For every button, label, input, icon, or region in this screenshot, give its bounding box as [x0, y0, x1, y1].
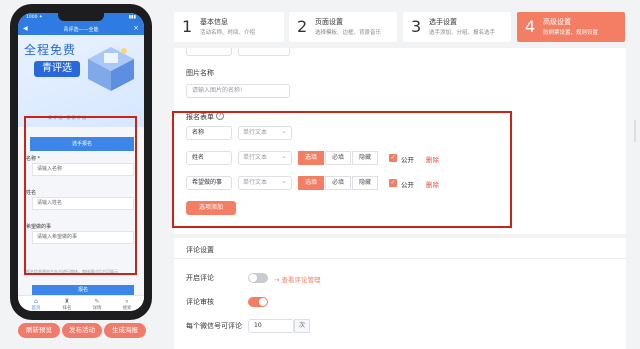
- scrollbar[interactable]: [634, 120, 636, 142]
- refresh-preview-button[interactable]: 刷新预览: [18, 323, 60, 338]
- phone-highlight-box: [24, 116, 137, 275]
- step-page-settings[interactable]: 2 页面设置 选择模板、边框、背景音乐: [289, 12, 397, 42]
- phone-notch: [58, 13, 104, 21]
- tab-details[interactable]: ✎ 详情: [82, 298, 112, 311]
- tab-label: 首页: [31, 306, 41, 311]
- publish-activity-button[interactable]: 发布活动: [62, 323, 102, 338]
- tab-ranking[interactable]: ♜ 排名: [52, 298, 82, 311]
- step-title: 基本信息: [200, 18, 228, 26]
- comment-review-label: 评论审核: [186, 298, 214, 306]
- close-icon[interactable]: ×: [133, 24, 139, 32]
- step-number: 4: [525, 17, 536, 36]
- comment-review-toggle[interactable]: [248, 297, 268, 307]
- image-name-input[interactable]: 请输入图片的名称!: [186, 84, 290, 98]
- step-title: 选手设置: [429, 18, 457, 26]
- activity-banner: 全程免费 青评选 青 评 选 · 投 票 评 选: [18, 35, 144, 127]
- phone-nav-bar: ◀ 青评选——全能 ×: [18, 23, 144, 35]
- tab-label: 搜索: [122, 306, 132, 311]
- step-number: 1: [182, 17, 193, 36]
- phone-nav-title: 青评选——全能: [63, 27, 99, 33]
- banner-headline: 全程免费: [24, 43, 77, 57]
- tab-label: 详情: [92, 306, 102, 311]
- step-contestant-settings[interactable]: 3 选手设置 选手添加、分组、报名选手: [403, 12, 511, 42]
- step-advanced-settings[interactable]: 4 高级设置 防刷票设置、规则设置: [517, 12, 625, 42]
- toggle-knob: [249, 274, 257, 282]
- banner-illustration-icon: [88, 47, 134, 91]
- step-desc: 防刷票设置、规则设置: [543, 30, 599, 36]
- per-user-comment-label: 每个微信号可评论: [186, 322, 242, 330]
- ranking-icon: ♜: [64, 298, 70, 305]
- view-comment-management-link[interactable]: → 查看评论管理: [274, 274, 321, 284]
- previous-input-fragment[interactable]: [186, 48, 232, 56]
- toggle-knob: [259, 298, 267, 306]
- enable-comments-label: 开启评论: [186, 274, 214, 282]
- step-number: 3: [411, 17, 422, 36]
- comment-settings-title: 评论设置: [186, 246, 214, 254]
- step-desc: 活动名称、时间、介绍: [200, 30, 256, 36]
- details-icon: ✎: [94, 298, 100, 305]
- image-name-label: 图片名称: [186, 69, 214, 77]
- preview-submit-button[interactable]: 报名: [32, 285, 134, 295]
- step-title: 页面设置: [315, 18, 343, 26]
- search-icon: ⌕: [125, 298, 129, 305]
- per-user-comment-unit: 次: [294, 319, 310, 333]
- step-desc: 选手添加、分组、报名选手: [429, 30, 496, 36]
- step-desc: 选择模板、边框、背景音乐: [315, 30, 382, 36]
- step-number: 2: [297, 17, 308, 36]
- comment-settings-section: [174, 238, 626, 349]
- per-user-comment-input[interactable]: 10: [248, 319, 294, 333]
- generate-poster-button[interactable]: 生成海报: [104, 323, 146, 338]
- banner-brand-tag: 青评选: [34, 61, 80, 77]
- enable-comments-toggle[interactable]: [248, 273, 268, 283]
- home-icon: ⌂: [34, 298, 38, 305]
- form-highlight-box: [172, 111, 512, 228]
- step-basic-info[interactable]: 1 基本信息 活动名称、时间、介绍: [174, 12, 284, 42]
- tab-label: 排名: [62, 306, 72, 311]
- previous-input-fragment[interactable]: [238, 48, 290, 56]
- phone-tab-bar: ⌂ 首页 ♜ 排名 ✎ 详情 ⌕ 搜索: [18, 295, 144, 311]
- section-divider: [174, 258, 626, 259]
- tab-search[interactable]: ⌕ 搜索: [112, 298, 142, 311]
- status-time: 1000 ✦: [26, 15, 43, 20]
- battery-icon: ▮▮▮: [128, 15, 136, 20]
- tab-home[interactable]: ⌂ 首页: [21, 298, 51, 311]
- step-title: 高级设置: [543, 18, 571, 26]
